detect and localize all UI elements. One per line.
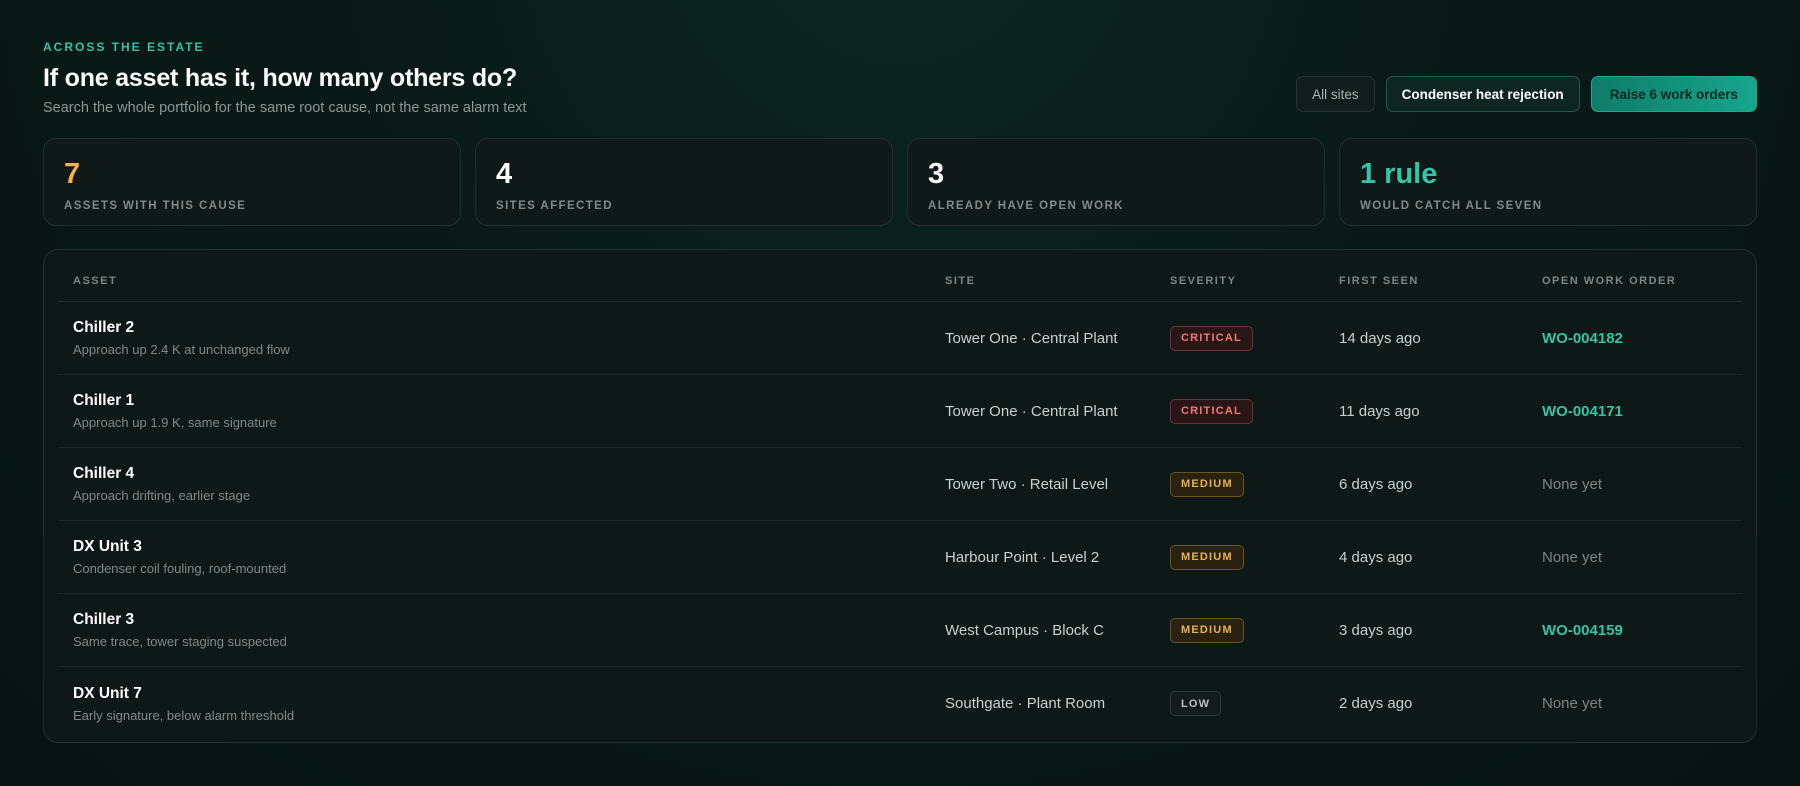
work-order-link[interactable]: WO-004171 (1542, 403, 1742, 420)
work-order-status: None yet (1542, 475, 1603, 493)
asset-note: Approach up 2.4 K at unchanged flow (73, 342, 290, 357)
first-seen-cell: 6 days ago (1339, 475, 1413, 493)
table-row[interactable]: Chiller 2 Approach up 2.4 K at unchanged… (58, 302, 1742, 375)
raise-work-orders-button[interactable]: Raise 6 work orders (1590, 76, 1757, 112)
stat-value: 1 rule (1360, 158, 1438, 190)
site-cell: Southgate · Plant Room (945, 695, 1106, 712)
severity-cell: LOW (1170, 691, 1339, 716)
severity-badge: LOW (1170, 691, 1222, 716)
asset-cell: Chiller 3 Same trace, tower staging susp… (58, 611, 945, 649)
work-order-link[interactable]: WO-004159 (1542, 622, 1742, 639)
table-body: Chiller 2 Approach up 2.4 K at unchanged… (58, 302, 1742, 740)
stat-card-sites: 4 SITES AFFECTED (475, 138, 893, 226)
asset-note: Same trace, tower staging suspected (73, 634, 287, 649)
work-order-link[interactable]: WO-004182 (1542, 330, 1742, 347)
table-row[interactable]: Chiller 3 Same trace, tower staging susp… (58, 594, 1742, 667)
asset-name[interactable]: Chiller 4 (73, 465, 945, 483)
asset-cell: Chiller 2 Approach up 2.4 K at unchanged… (58, 319, 945, 357)
severity-cell: CRITICAL (1170, 398, 1339, 424)
site-cell: Tower Two · Retail Level (945, 475, 1109, 493)
page: ACROSS THE ESTATE If one asset has it, h… (0, 0, 1800, 786)
table-row[interactable]: Chiller 4 Approach drifting, earlier sta… (58, 448, 1742, 521)
table-row[interactable]: DX Unit 7 Early signature, below alarm t… (58, 667, 1742, 740)
severity-badge: MEDIUM (1170, 471, 1244, 497)
stat-label: ALREADY HAVE OPEN WORK (928, 200, 1124, 212)
first-seen-cell: 4 days ago (1339, 548, 1413, 566)
stat-value: 7 (64, 158, 81, 190)
work-order-status: None yet (1542, 695, 1603, 712)
site-cell: Harbour Point · Level 2 (945, 548, 1100, 566)
work-order-status: None yet (1542, 548, 1603, 566)
severity-cell: MEDIUM (1170, 544, 1339, 570)
cause-filter-button[interactable]: Condenser heat rejection (1385, 76, 1580, 112)
asset-cell: Chiller 4 Approach drifting, earlier sta… (58, 465, 945, 503)
column-header-severity[interactable]: SEVERITY (1170, 275, 1339, 287)
asset-name[interactable]: Chiller 1 (73, 392, 945, 410)
severity-badge: MEDIUM (1170, 617, 1244, 643)
site-cell: Tower One · Central Plant (945, 329, 1118, 347)
table-header: ASSET SITE SEVERITY FIRST SEEN OPEN WORK… (58, 250, 1742, 302)
asset-note: Approach up 1.9 K, same signature (73, 415, 277, 430)
first-seen-cell: 2 days ago (1339, 695, 1413, 712)
stat-card-assets: 7 ASSETS WITH THIS CAUSE (43, 138, 461, 226)
stat-label: SITES AFFECTED (496, 200, 613, 212)
column-header-site[interactable]: SITE (945, 275, 1170, 287)
severity-cell: MEDIUM (1170, 471, 1339, 497)
asset-cell: DX Unit 7 Early signature, below alarm t… (58, 685, 945, 723)
first-seen-cell: 11 days ago (1339, 402, 1420, 420)
severity-badge: CRITICAL (1170, 325, 1253, 351)
asset-name[interactable]: Chiller 2 (73, 319, 945, 337)
asset-name[interactable]: DX Unit 7 (73, 685, 945, 703)
severity-cell: MEDIUM (1170, 617, 1339, 643)
table-row[interactable]: DX Unit 3 Condenser coil fouling, roof-m… (58, 521, 1742, 594)
site-cell: Tower One · Central Plant (945, 402, 1118, 420)
stat-cards: 7 ASSETS WITH THIS CAUSE 4 SITES AFFECTE… (43, 138, 1757, 226)
asset-note: Approach drifting, earlier stage (73, 488, 251, 503)
severity-badge: MEDIUM (1170, 544, 1244, 570)
stat-value: 3 (928, 158, 945, 190)
column-header-first-seen[interactable]: FIRST SEEN (1339, 275, 1542, 287)
asset-name[interactable]: Chiller 3 (73, 611, 945, 629)
asset-cell: DX Unit 3 Condenser coil fouling, roof-m… (58, 538, 945, 576)
stat-label: ASSETS WITH THIS CAUSE (64, 200, 247, 212)
site-cell: West Campus · Block C (945, 621, 1104, 639)
column-header-work-order[interactable]: OPEN WORK ORDER (1542, 275, 1742, 287)
page-eyebrow: ACROSS THE ESTATE (43, 40, 205, 54)
table-row[interactable]: Chiller 1 Approach up 1.9 K, same signat… (58, 375, 1742, 448)
affected-assets-table: ASSET SITE SEVERITY FIRST SEEN OPEN WORK… (43, 249, 1757, 743)
stat-card-rule: 1 rule WOULD CATCH ALL SEVEN (1339, 138, 1757, 226)
asset-cell: Chiller 1 Approach up 1.9 K, same signat… (58, 392, 945, 430)
stat-card-open-work: 3 ALREADY HAVE OPEN WORK (907, 138, 1325, 226)
stat-value: 4 (496, 158, 513, 190)
stat-label: WOULD CATCH ALL SEVEN (1360, 200, 1543, 212)
first-seen-cell: 14 days ago (1339, 329, 1421, 347)
severity-cell: CRITICAL (1170, 325, 1339, 351)
asset-note: Early signature, below alarm threshold (73, 707, 295, 723)
column-header-asset[interactable]: ASSET (58, 275, 945, 287)
asset-note: Condenser coil fouling, roof-mounted (73, 561, 287, 576)
site-scope-button[interactable]: All sites (1296, 76, 1375, 112)
page-header: ACROSS THE ESTATE If one asset has it, h… (43, 40, 1757, 116)
severity-badge: CRITICAL (1170, 398, 1253, 424)
asset-name[interactable]: DX Unit 3 (73, 538, 945, 556)
header-actions: All sites Condenser heat rejection Raise… (1296, 76, 1757, 112)
first-seen-cell: 3 days ago (1339, 621, 1413, 639)
